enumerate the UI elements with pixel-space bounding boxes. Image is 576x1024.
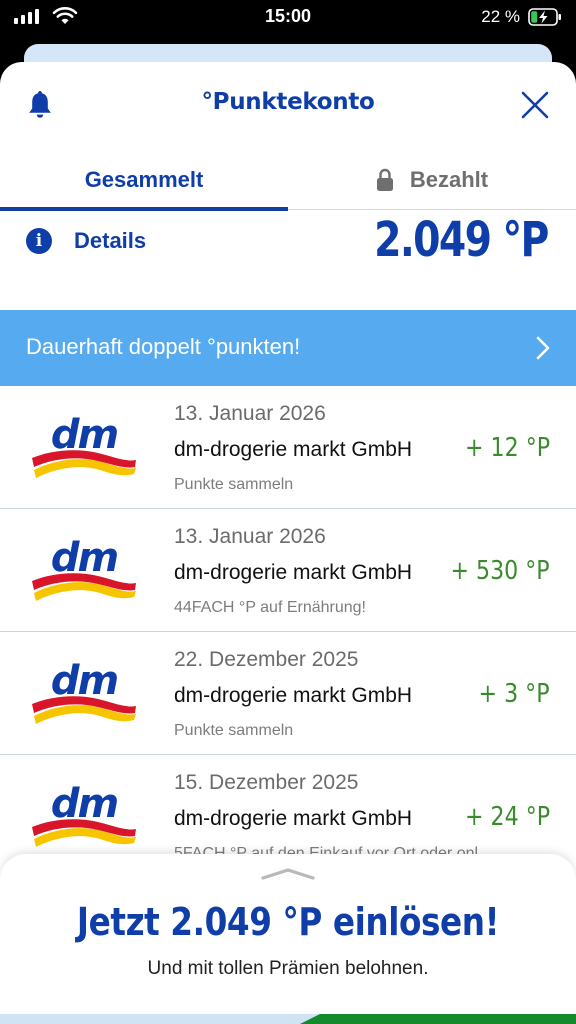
svg-text:dm: dm bbox=[51, 412, 118, 458]
tab-gesammelt[interactable]: Gesammelt bbox=[0, 150, 288, 211]
transaction-date: 22. Dezember 2025 bbox=[174, 648, 359, 671]
info-icon[interactable]: i bbox=[26, 228, 52, 254]
bottom-edge-strip bbox=[0, 1014, 576, 1024]
page-title: °Punktekonto bbox=[201, 89, 375, 115]
details-row: i Details 2.049 °P bbox=[0, 210, 576, 310]
dm-logo: dm bbox=[28, 412, 140, 482]
tab-label: Gesammelt bbox=[84, 167, 204, 192]
transaction-merchant: dm-drogerie markt GmbH bbox=[174, 807, 413, 830]
transaction-merchant: dm-drogerie markt GmbH bbox=[174, 561, 413, 584]
transaction-row[interactable]: dm 22. Dezember 2025 dm-drogerie markt G… bbox=[0, 632, 576, 755]
transaction-merchant: dm-drogerie markt GmbH bbox=[174, 684, 413, 707]
transaction-list: dm 13. Januar 2026 dm-drogerie markt Gmb… bbox=[0, 386, 576, 878]
transaction-points: + 530 °P bbox=[450, 556, 550, 586]
transaction-date: 13. Januar 2026 bbox=[174, 525, 326, 548]
transaction-points: + 24 °P bbox=[464, 802, 550, 832]
transaction-note: Punkte sammeln bbox=[174, 722, 294, 739]
svg-text:dm: dm bbox=[51, 535, 118, 581]
transaction-row[interactable]: dm 13. Januar 2026 dm-drogerie markt Gmb… bbox=[0, 509, 576, 632]
redeem-subtitle: Und mit tollen Prämien belohnen. bbox=[147, 958, 429, 979]
dm-logo: dm bbox=[28, 535, 140, 605]
sheet-header: °Punktekonto bbox=[0, 62, 576, 148]
transaction-merchant: dm-drogerie markt GmbH bbox=[174, 438, 413, 461]
promo-text: Dauerhaft doppelt °punkten! bbox=[26, 334, 301, 359]
transaction-note: Punkte sammeln bbox=[174, 476, 294, 493]
promo-banner[interactable]: Dauerhaft doppelt °punkten! bbox=[0, 310, 576, 386]
dm-logo: dm bbox=[28, 658, 140, 728]
transaction-row[interactable]: dm 13. Januar 2026 dm-drogerie markt Gmb… bbox=[0, 386, 576, 509]
transaction-note: 44FACH °P auf Ernährung! bbox=[174, 599, 366, 616]
status-bar: 15:00 22 % bbox=[0, 0, 576, 34]
details-link[interactable]: Details bbox=[74, 228, 146, 254]
battery-charging-icon bbox=[528, 8, 561, 26]
transaction-date: 15. Dezember 2025 bbox=[174, 771, 359, 794]
transaction-date: 13. Januar 2026 bbox=[174, 402, 326, 425]
tab-label: Bezahlt bbox=[409, 167, 489, 192]
redeem-panel[interactable]: Jetzt 2.049 °P einlösen! Und mit tollen … bbox=[0, 854, 576, 1024]
battery-percentage: 22 % bbox=[481, 7, 520, 26]
chevron-up-handle[interactable] bbox=[260, 866, 316, 882]
points-total: 2.049 °P bbox=[374, 212, 549, 268]
svg-text:dm: dm bbox=[51, 658, 118, 704]
lock-icon bbox=[376, 168, 393, 191]
transaction-points: + 12 °P bbox=[464, 433, 550, 463]
transaction-points: + 3 °P bbox=[478, 679, 550, 709]
close-icon[interactable] bbox=[520, 90, 550, 120]
dm-logo: dm bbox=[28, 781, 140, 851]
redeem-title[interactable]: Jetzt 2.049 °P einlösen! bbox=[40, 900, 535, 944]
tab-bar: Gesammelt Bezahlt bbox=[0, 150, 576, 211]
chevron-right-icon bbox=[536, 336, 550, 360]
svg-text:dm: dm bbox=[51, 781, 118, 827]
tab-bezahlt[interactable]: Bezahlt bbox=[288, 150, 576, 210]
